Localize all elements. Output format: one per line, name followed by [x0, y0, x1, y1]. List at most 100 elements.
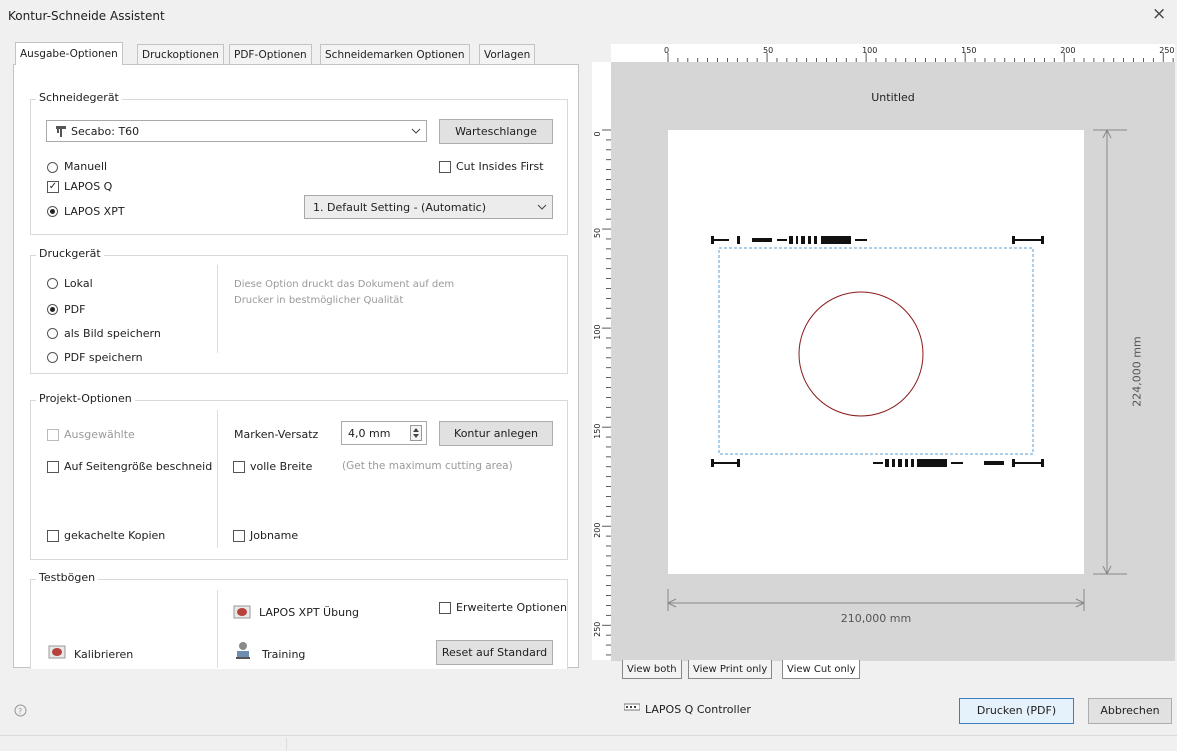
- cut-insides-first-checkbox[interactable]: [439, 161, 451, 173]
- druck-description-2: Drucker in bestmöglicher Qualität: [234, 295, 404, 306]
- volle-breite-hint: (Get the maximum cutting area): [342, 460, 513, 472]
- manuell-label: Manuell: [64, 160, 108, 173]
- marken-versatz-value: 4,0 mm: [348, 427, 391, 440]
- spin-buttons[interactable]: [410, 425, 422, 441]
- ruler-label: 200: [1060, 46, 1075, 55]
- druck-description-1: Diese Option druckt das Dokument auf dem: [234, 279, 455, 290]
- pdf-label: PDF: [64, 303, 86, 316]
- device-value: Secabo: T60: [71, 125, 140, 138]
- chevron-down-icon: [537, 204, 547, 210]
- registration-marks-bottom: [711, 459, 1044, 467]
- setting-value: 1. Default Setting - (Automatic): [313, 201, 487, 214]
- jobname-label: Jobname: [250, 529, 299, 542]
- ruler-label: 150: [961, 46, 976, 55]
- erweiterte-optionen-label: Erweiterte Optionen: [456, 601, 567, 614]
- als-bild-speichern-radio[interactable]: [47, 328, 58, 339]
- cut-circle: [798, 291, 924, 417]
- view-both-tab[interactable]: View both: [622, 660, 682, 679]
- pdf-radio[interactable]: [47, 304, 58, 315]
- status-bar: [0, 735, 1177, 751]
- jobname-checkbox[interactable]: [233, 530, 245, 542]
- training-icon: [236, 642, 250, 659]
- testboegen-title: Testbögen: [36, 571, 99, 584]
- view-print-only-tab[interactable]: View Print only: [688, 660, 773, 679]
- pdf-speichern-label: PDF speichern: [64, 351, 143, 364]
- divider: [217, 410, 218, 548]
- ruler-label: 250: [1159, 46, 1174, 55]
- ruler-label: 250: [593, 622, 602, 637]
- warteschlange-button[interactable]: Warteschlange: [439, 119, 553, 144]
- pdf-speichern-radio[interactable]: [47, 352, 58, 363]
- registration-marks-top: [711, 236, 1044, 244]
- divider: [217, 265, 218, 353]
- gekachelte-kopien-checkbox[interactable]: [47, 530, 59, 542]
- ausgewaehlte-checkbox[interactable]: [47, 429, 59, 441]
- help-icon[interactable]: ?: [14, 704, 27, 717]
- drucken-button[interactable]: Drucken (PDF): [959, 698, 1074, 724]
- lapos-xpt-radio[interactable]: [47, 206, 58, 217]
- xpt-uebung-icon: [233, 605, 251, 619]
- kalibrieren-icon: [48, 645, 66, 659]
- seitengroesse-label: Auf Seitengröße beschneid: [64, 460, 212, 473]
- ruler-label: 50: [593, 228, 602, 238]
- tab-pdf-optionen[interactable]: PDF-Optionen: [229, 44, 312, 65]
- height-dimension: [1093, 128, 1127, 576]
- cut-insides-first-label: Cut Insides First: [456, 160, 544, 173]
- divider: [217, 590, 218, 668]
- projekt-title: Projekt-Optionen: [36, 392, 135, 405]
- seitengroesse-checkbox[interactable]: [47, 461, 59, 473]
- reset-standard-button[interactable]: Reset auf Standard: [436, 640, 553, 665]
- schneidegeraet-title: Schneidegerät: [36, 91, 122, 104]
- volle-breite-label: volle Breite: [250, 460, 313, 473]
- horizontal-ruler: 0 50 100 150 200 250: [611, 44, 1175, 63]
- erweiterte-optionen-checkbox[interactable]: [439, 602, 451, 614]
- height-dimension-label-wrap: 224,000 mm: [1127, 320, 1147, 430]
- lapos-xpt-label: LAPOS XPT: [64, 205, 125, 218]
- window-title: Kontur-Schneide Assistent: [8, 9, 165, 23]
- vertical-ruler: 0 50 100 150 200 250: [592, 62, 612, 660]
- ruler-label: 200: [593, 523, 602, 538]
- horizontal-ruler-ticks: 0 50 100 150 200 250: [664, 46, 1175, 62]
- chevron-down-icon: [411, 128, 421, 134]
- width-dimension-label: 210,000 mm: [840, 612, 912, 625]
- ruler-label: 150: [593, 424, 602, 439]
- spin-arrows-icon: [413, 428, 419, 438]
- tab-vorlagen[interactable]: Vorlagen: [479, 44, 536, 65]
- training-label[interactable]: Training: [262, 648, 305, 661]
- ruler-label: 0: [664, 46, 669, 55]
- volle-breite-checkbox[interactable]: [233, 461, 245, 473]
- device-select[interactable]: Secabo: T60: [46, 120, 427, 142]
- kontur-anlegen-button[interactable]: Kontur anlegen: [439, 421, 553, 446]
- ruler-label: 100: [593, 324, 602, 339]
- lapos-q-label: LAPOS Q: [64, 180, 113, 193]
- kalibrieren-label[interactable]: Kalibrieren: [74, 648, 133, 661]
- width-dimension: [666, 589, 1086, 611]
- ausgewaehlte-label: Ausgewählte: [64, 428, 135, 441]
- status-divider: [286, 738, 287, 750]
- cut-frame: [718, 247, 1034, 455]
- manuell-radio[interactable]: [47, 162, 58, 173]
- controller-label[interactable]: LAPOS Q Controller: [645, 703, 751, 716]
- ruler-label: 100: [862, 46, 877, 55]
- lokal-radio[interactable]: [47, 278, 58, 289]
- xpt-uebung-label[interactable]: LAPOS XPT Übung: [259, 606, 359, 619]
- ruler-label: 0: [593, 131, 602, 136]
- view-cut-only-tab[interactable]: View Cut only: [782, 660, 861, 679]
- height-dimension-label: 224,000 mm: [1130, 336, 1144, 407]
- druckgeraet-title: Druckgerät: [36, 247, 104, 260]
- tab-schneidemarken-optionen[interactable]: Schneidemarken Optionen: [320, 44, 470, 65]
- controller-icon: [624, 703, 640, 711]
- abbrechen-button[interactable]: Abbrechen: [1088, 698, 1172, 724]
- marken-versatz-stepper[interactable]: 4,0 mm: [341, 421, 427, 445]
- setting-select[interactable]: 1. Default Setting - (Automatic): [304, 195, 553, 219]
- tab-druckoptionen[interactable]: Druckoptionen: [137, 44, 224, 65]
- tab-ausgabe-optionen[interactable]: Ausgabe-Optionen: [15, 42, 123, 65]
- lapos-q-checkbox[interactable]: ✓: [47, 181, 59, 193]
- cutter-icon: [56, 126, 66, 137]
- close-icon[interactable]: ×: [1152, 4, 1166, 24]
- lokal-label: Lokal: [64, 277, 93, 290]
- ruler-label: 50: [763, 46, 773, 55]
- svg-text:?: ?: [18, 707, 22, 716]
- als-bild-speichern-label: als Bild speichern: [64, 327, 161, 340]
- preview-drawing: [666, 128, 1127, 611]
